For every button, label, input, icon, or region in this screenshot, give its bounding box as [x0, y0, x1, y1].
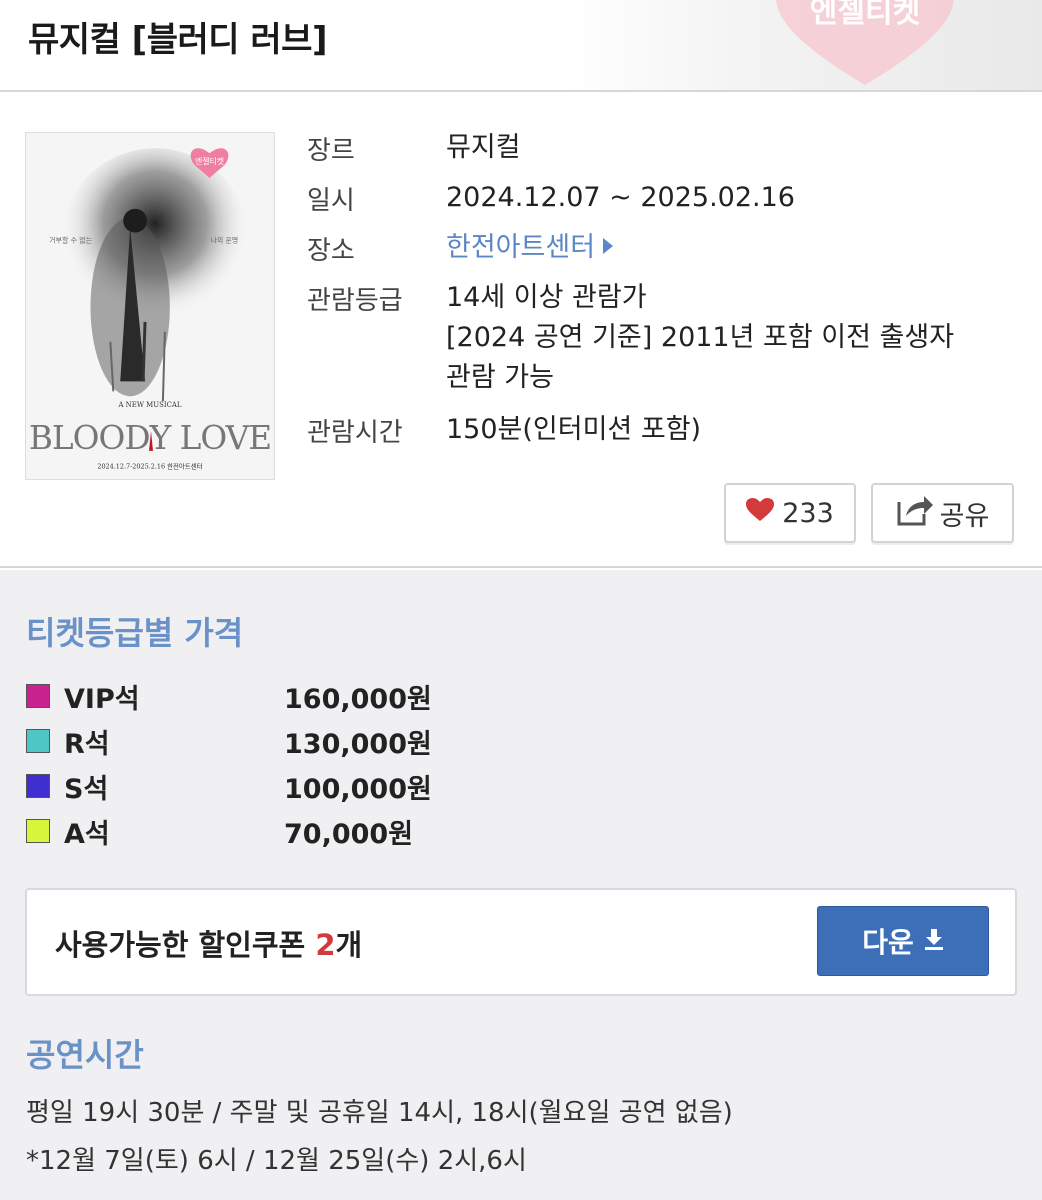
venue-label: 장소: [307, 236, 355, 266]
like-button[interactable]: 233: [724, 483, 856, 543]
grade-swatch: [26, 819, 50, 843]
date-label: 일시: [307, 186, 355, 216]
grade-swatch: [26, 684, 50, 708]
rating-line-3: 관람 가능: [446, 362, 554, 393]
venue-link[interactable]: 한전아트센터: [446, 228, 614, 268]
grade-price: 100,000원: [284, 773, 432, 805]
download-label: 다운: [862, 926, 914, 959]
page-header: 엔젤티켓 뮤지컬 [블러디 러브]: [0, 0, 1042, 92]
grade-price: 70,000원: [284, 818, 414, 850]
poster-left-caption: 거부할 수 없는: [49, 236, 92, 245]
poster-footer: 2024.12.7-2025.2.16 한전아트센터: [97, 462, 202, 471]
like-count: 233: [782, 497, 834, 529]
grade-name: R석: [64, 728, 110, 760]
poster-title: BLOODY LOVE: [29, 419, 271, 457]
grade-row-s: S석 100,000원: [26, 768, 446, 805]
genre-label: 장르: [307, 136, 355, 166]
date-value: 2024.12.07 ~ 2025.02.16: [446, 182, 795, 213]
performance-info: 엔젤티켓 거부할 수 없는 나의 운명 A NEW MUSICAL BLOODY…: [0, 92, 1042, 568]
poster-logo-text: 엔젤티켓: [195, 156, 224, 166]
detail-section: 티켓등급별 가격 VIP석 160,000원 R석 130,000원 S석 10…: [0, 570, 1042, 1200]
coupon-label: 사용가능한 할인쿠폰: [55, 928, 316, 962]
rating-value: 14세 이상 관람가 [2024 공연 기준] 2011년 포함 이전 출생자 …: [446, 278, 954, 398]
page-title: 뮤지컬 [블러디 러브]: [28, 20, 328, 60]
download-icon: [924, 925, 944, 958]
share-label: 공유: [939, 500, 990, 532]
grade-name: S석: [64, 773, 109, 805]
grade-swatch: [26, 774, 50, 798]
coupon-download-button[interactable]: 다운: [817, 906, 989, 976]
coupon-text: 사용가능한 할인쿠폰 2개: [55, 922, 362, 964]
grade-row-vip: VIP석 160,000원: [26, 678, 446, 715]
pricing-title: 티켓등급별 가격: [26, 614, 244, 652]
poster-right-caption: 나의 운명: [211, 236, 239, 245]
chevron-right-icon: [603, 238, 614, 254]
header-logo-heart: 엔젤티켓: [760, 0, 970, 90]
grade-name: A석: [64, 818, 110, 850]
showtime-line-1: 평일 19시 30분 / 주말 및 공휴일 14시, 18시(월요일 공연 없음…: [26, 1098, 733, 1128]
venue-name[interactable]: 한전아트센터: [446, 232, 595, 263]
share-icon: [896, 494, 934, 533]
coupon-box: 사용가능한 할인쿠폰 2개 다운: [25, 888, 1017, 996]
share-button[interactable]: 공유: [871, 483, 1014, 543]
rating-line-1: 14세 이상 관람가: [446, 282, 647, 313]
runtime-value: 150분(인터미션 포함): [446, 414, 702, 445]
header-logo-text: 엔젤티켓: [810, 0, 920, 30]
rating-label: 관람등급: [307, 286, 403, 316]
grade-price: 160,000원: [284, 683, 432, 715]
poster-subtitle: A NEW MUSICAL: [117, 401, 181, 409]
genre-value: 뮤지컬: [446, 132, 521, 163]
poster-image[interactable]: 엔젤티켓 거부할 수 없는 나의 운명 A NEW MUSICAL BLOODY…: [25, 132, 275, 480]
coupon-unit: 개: [335, 928, 363, 962]
grade-row-r: R석 130,000원: [26, 723, 446, 760]
heart-icon: [746, 497, 775, 529]
grade-row-a: A석 70,000원: [26, 813, 446, 850]
showtime-line-2: *12월 7일(토) 6시 / 12월 25일(수) 2시,6시: [26, 1146, 527, 1176]
runtime-label: 관람시간: [307, 418, 403, 448]
grade-name: VIP석: [64, 683, 140, 715]
grade-price: 130,000원: [284, 728, 432, 760]
grade-swatch: [26, 729, 50, 753]
rating-line-2: [2024 공연 기준] 2011년 포함 이전 출생자: [446, 322, 955, 353]
coupon-count: 2: [315, 928, 336, 962]
showtime-title: 공연시간: [26, 1036, 144, 1074]
